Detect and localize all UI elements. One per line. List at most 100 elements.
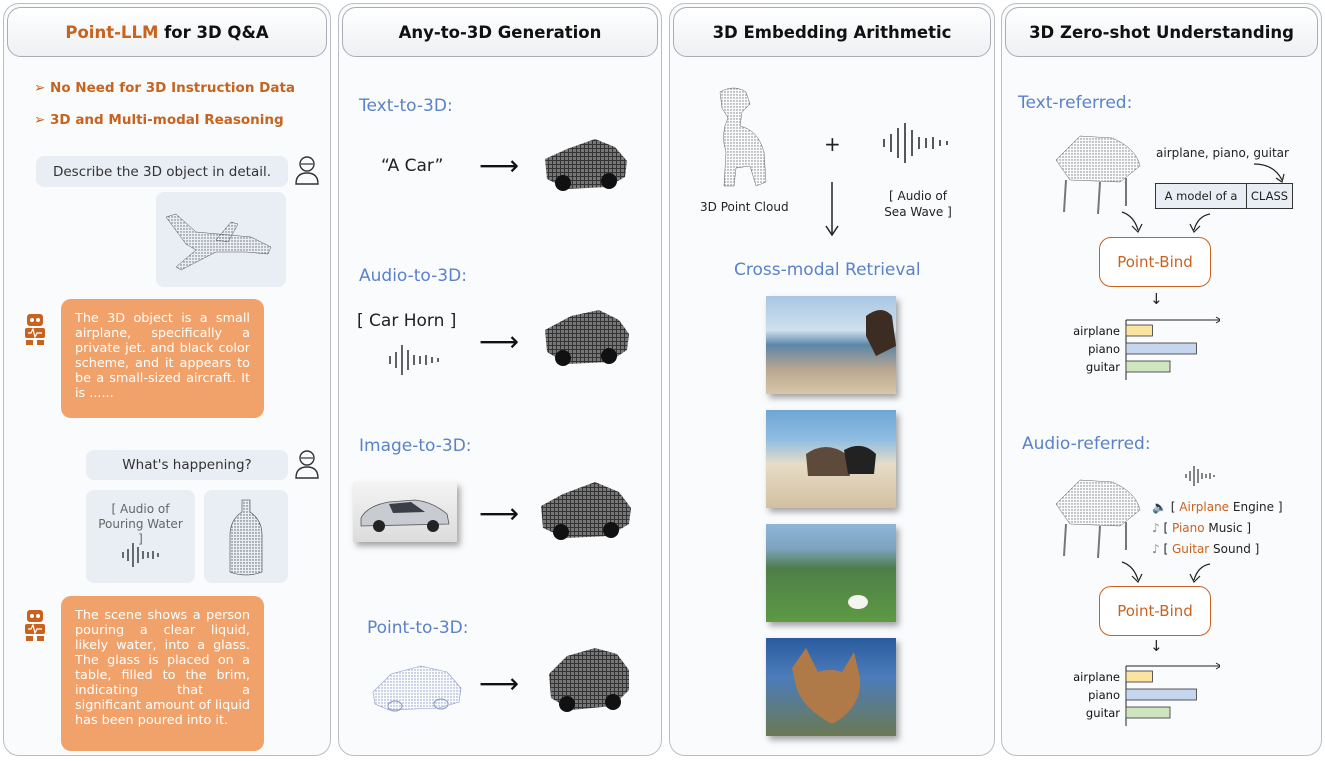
airplane-sound-icon: 🔈 — [1152, 500, 1167, 514]
audio-candidate-airplane: 🔈 [ Airplane Engine ] — [1152, 497, 1283, 518]
chihuahua — [792, 648, 861, 724]
bar-label-airplane: airplane — [1073, 324, 1120, 338]
panel-embedding-arithmetic: 3D Embedding Arithmetic 3D Point Cloud +… — [669, 3, 995, 756]
arrow-right-icon: ⟶ — [479, 667, 520, 700]
car-voxel-output — [545, 139, 627, 191]
dog-on-beach — [866, 310, 896, 356]
answer-bubble-2: The scene shows a person pouring a clear… — [61, 596, 264, 751]
bar-airplane — [1125, 670, 1153, 683]
bottle-pointcloud — [229, 499, 263, 576]
bullet-1: ➢ No Need for 3D Instruction Data — [34, 80, 295, 96]
plus-sign: + — [824, 132, 841, 156]
candidate-name: Piano — [1172, 521, 1205, 535]
audio-candidate-piano: ♪ [ Piano Music ] — [1152, 518, 1283, 539]
audio-candidates: 🔈 [ Airplane Engine ] ♪ [ Piano Music ] … — [1152, 497, 1283, 560]
bracket-open: [ — [1163, 521, 1172, 535]
prompt-template: A model of a CLASS — [1155, 183, 1293, 209]
bar-label-airplane: airplane — [1073, 670, 1120, 684]
car-photo-input — [353, 482, 457, 542]
question-bubble-1: Describe the 3D object in detail. — [36, 156, 288, 187]
dog-pointcloud — [719, 87, 767, 187]
audio-prompt: [ Car Horn ] — [357, 311, 457, 331]
airplane-pointcloud — [165, 213, 272, 271]
converging-arrows-icon — [1121, 211, 1211, 234]
bullet-arrow-icon: ➢ — [34, 112, 51, 128]
music-note-icon: ♪ — [1152, 521, 1160, 535]
robot-icon — [25, 314, 45, 345]
question-2-text: What's happening? — [122, 457, 252, 473]
question-1-text: Describe the 3D object in detail. — [52, 163, 272, 180]
bar-guitar — [1125, 706, 1171, 719]
retrieval-title: Cross-modal Retrieval — [734, 260, 921, 280]
car-pointcloud-input — [372, 665, 462, 712]
bar-piano — [1125, 342, 1197, 355]
audio-input-box: [ Audio of Pouring Water ] — [86, 490, 195, 583]
candidate-rest: Music ] — [1204, 521, 1252, 535]
point-bind-box: Point-Bind — [1099, 586, 1211, 636]
title-rest: for 3D Q&A — [158, 22, 269, 42]
title-accent: Point-LLM — [65, 22, 159, 42]
candidate-rest: Engine ] — [1229, 500, 1283, 514]
music-note-icon: ♪ — [1152, 542, 1160, 556]
car-voxel-output — [541, 482, 631, 540]
answer-bubble-1: The 3D object is a small airplane, speci… — [61, 299, 264, 418]
car-voxel-output — [549, 648, 629, 712]
prompt-template-prefix: A model of a — [1156, 184, 1247, 208]
panel-zero-shot: 3D Zero-shot Understanding Text-referred… — [1001, 3, 1322, 756]
arrow-right-icon: ⟶ — [479, 149, 520, 182]
piano-pointcloud — [1055, 479, 1141, 559]
sea-wave-audio-label: [ Audio of Sea Wave ] — [884, 189, 952, 219]
user-icon — [295, 450, 319, 479]
bar-airplane — [1125, 324, 1153, 337]
bar-label-piano: piano — [1088, 688, 1120, 702]
retrieved-photo-chihuahua — [766, 638, 896, 736]
candidate-name: Airplane — [1179, 500, 1230, 514]
audio-referred-label: Audio-referred: — [1022, 434, 1151, 454]
point-bind-box: Point-Bind — [1099, 237, 1211, 287]
bar-piano — [1125, 688, 1197, 701]
prompt-template-class: CLASS — [1250, 189, 1289, 203]
audio-waveform-icon — [389, 345, 439, 375]
arrow-down-icon: ↓ — [1150, 290, 1163, 308]
image-to-3d-label: Image-to-3D: — [359, 436, 472, 456]
bullet-2-text: 3D and Multi-modal Reasoning — [50, 112, 284, 128]
bracket-open: [ — [1170, 500, 1180, 514]
arrow-down-icon: ↓ — [1150, 637, 1163, 655]
panel-title-embedding-arithmetic: 3D Embedding Arithmetic — [673, 7, 991, 57]
retrieved-photo-beach-dog — [766, 296, 896, 394]
candidate-name: Guitar — [1172, 542, 1210, 556]
piano-pointcloud — [1055, 135, 1141, 215]
retrieved-photo-dogs-sand — [766, 410, 896, 508]
audio-input-label: [ Audio of Pouring Water ] — [98, 502, 183, 546]
zero-shot-bar-chart-audio: airplane piano guitar — [1073, 662, 1220, 726]
bracket-open: [ — [1163, 542, 1172, 556]
robot-icon — [25, 610, 45, 641]
text-referred-label: Text-referred: — [1018, 93, 1133, 113]
text-to-3d-label: Text-to-3D: — [359, 96, 453, 116]
panel-title-point-llm: Point-LLM for 3D Q&A — [7, 7, 327, 57]
audio-waveform-icon — [1185, 466, 1215, 486]
bullet-arrow-icon: ➢ — [34, 80, 51, 96]
candidate-rest: Sound ] — [1209, 542, 1260, 556]
class-names-text: airplane, piano, guitar — [1156, 146, 1289, 160]
car-photo — [360, 499, 450, 532]
panel-title-zero-shot: 3D Zero-shot Understanding — [1005, 7, 1318, 57]
point-to-3d-label: Point-to-3D: — [367, 618, 469, 638]
audio-candidate-guitar: ♪ [ Guitar Sound ] — [1152, 539, 1283, 560]
car-voxel-output — [545, 310, 629, 366]
text-prompt: “A Car” — [381, 156, 444, 176]
audio-to-3d-label: Audio-to-3D: — [359, 266, 467, 286]
panel-title-any-to-3d: Any-to-3D Generation — [342, 7, 658, 57]
bullet-2: ➢ 3D and Multi-modal Reasoning — [34, 112, 284, 128]
dog-on-grass — [848, 595, 868, 609]
question-bubble-2: What's happening? — [86, 450, 288, 480]
audio-waveform-icon — [883, 123, 948, 163]
arrow-down-icon — [825, 182, 839, 237]
user-icon — [295, 156, 319, 185]
bullet-1-text: No Need for 3D Instruction Data — [50, 80, 296, 96]
panel-any-to-3d: Any-to-3D Generation Text-to-3D: “A Car”… — [338, 3, 662, 756]
converging-arrows-icon — [1121, 561, 1211, 584]
point-cloud-label: 3D Point Cloud — [700, 200, 789, 214]
arrow-right-icon: ⟶ — [479, 497, 520, 530]
dogs-running — [806, 445, 876, 476]
